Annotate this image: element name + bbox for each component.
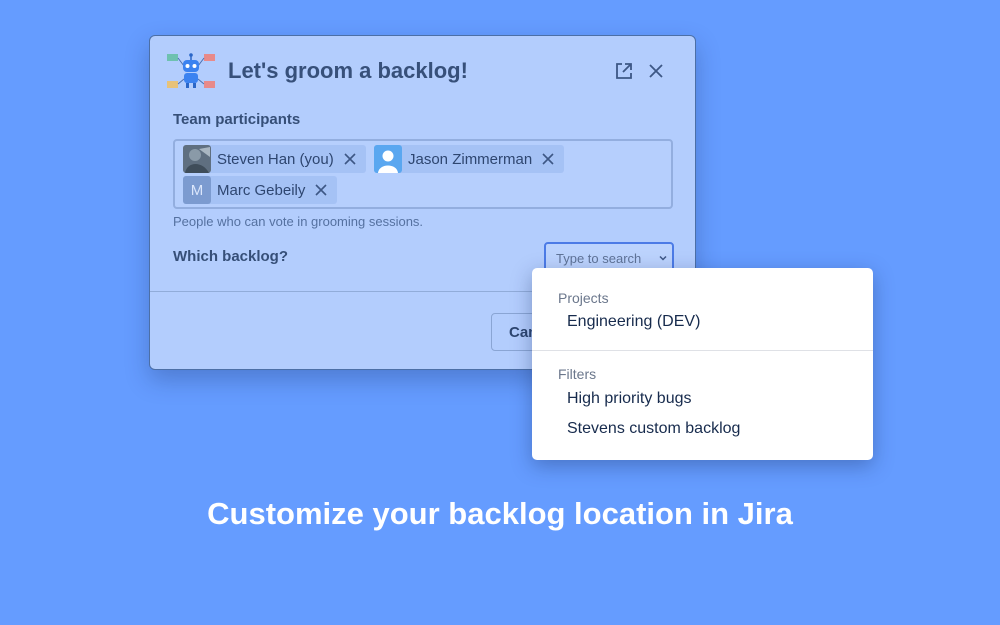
dropdown-divider <box>532 350 873 351</box>
backlog-label: Which backlog? <box>173 248 289 265</box>
robot-logo-icon <box>167 53 215 88</box>
participants-hint: People who can vote in grooming sessions… <box>173 214 424 229</box>
dropdown-group-filters: Filters <box>558 366 597 382</box>
participant-name: Jason Zimmerman <box>408 150 533 168</box>
participant-name: Marc Gebeily <box>217 181 306 199</box>
open-external-button[interactable] <box>611 58 637 84</box>
close-icon <box>344 153 356 165</box>
dropdown-group-projects: Projects <box>558 290 609 306</box>
avatar: M <box>183 176 211 204</box>
avatar <box>183 145 211 173</box>
participants-label: Team participants <box>173 111 301 128</box>
dialog-header: Let's groom a backlog! <box>166 52 679 92</box>
remove-participant-button[interactable] <box>341 150 359 168</box>
remove-participant-button[interactable] <box>539 150 557 168</box>
dropdown-option[interactable]: Stevens custom backlog <box>532 415 873 443</box>
close-icon <box>649 64 663 78</box>
close-icon <box>315 184 327 196</box>
close-dialog-button[interactable] <box>643 58 669 84</box>
dialog-title: Let's groom a backlog! <box>228 58 468 83</box>
avatar-initial: M <box>190 181 204 199</box>
participant-chip: M Marc Gebeily <box>183 176 338 204</box>
close-icon <box>542 153 554 165</box>
backlog-dropdown-menu: Projects Engineering (DEV) Filters High … <box>532 268 873 460</box>
chevron-down-icon <box>659 255 667 261</box>
participant-chip: Steven Han (you) <box>183 145 366 173</box>
participant-chip: Jason Zimmerman <box>374 145 565 173</box>
external-link-icon <box>616 63 632 79</box>
dropdown-option[interactable]: High priority bugs <box>532 385 873 413</box>
dropdown-option[interactable]: Engineering (DEV) <box>532 308 873 336</box>
backlog-search-input[interactable] <box>546 250 656 266</box>
remove-participant-button[interactable] <box>312 181 330 199</box>
marketing-headline: Customize your backlog location in Jira <box>207 496 793 531</box>
person-silhouette-icon <box>374 145 402 173</box>
participants-field[interactable]: Steven Han (you) Jason Zimmerman M Marc … <box>173 139 673 209</box>
participant-name: Steven Han (you) <box>217 150 334 168</box>
